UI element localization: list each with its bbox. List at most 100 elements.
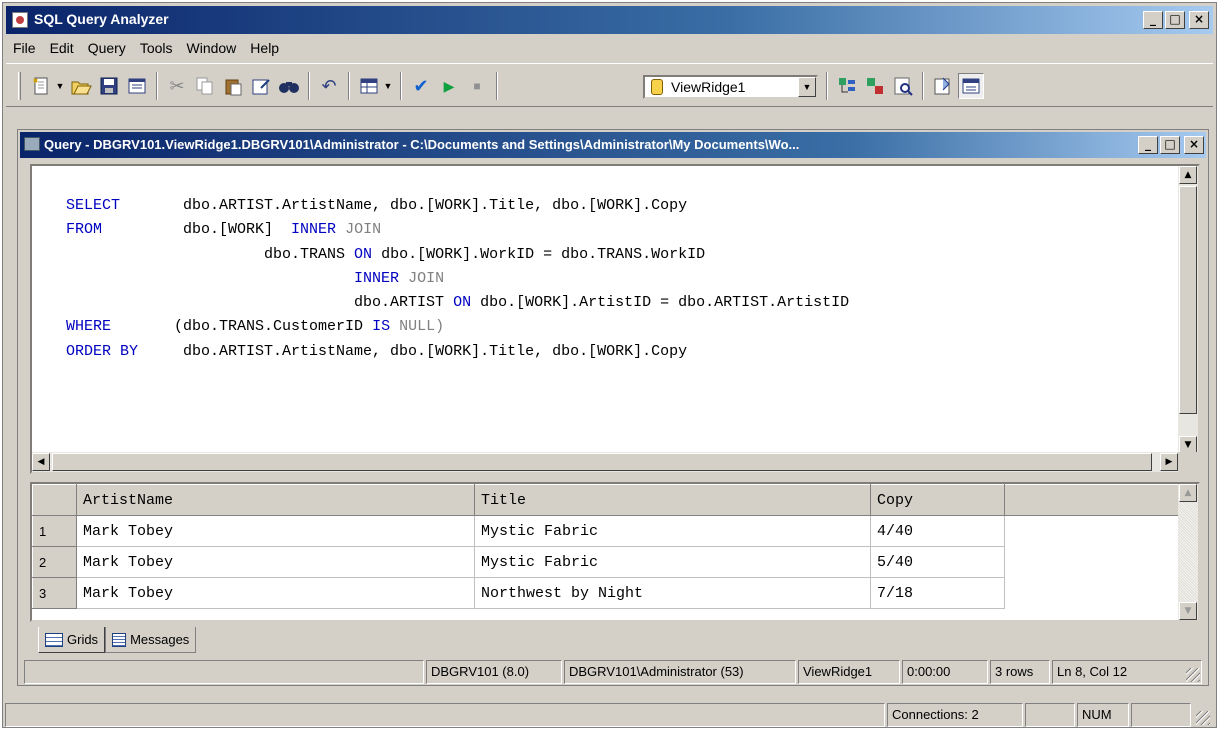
sql-keyword: INNER [354,269,400,287]
query-status-bar: DBGRV101 (8.0) DBGRV101\Administrator (5… [24,660,1204,684]
row-number-header[interactable] [32,484,77,516]
open-icon[interactable] [68,73,94,99]
row-number[interactable]: 3 [32,577,77,609]
scroll-up-icon[interactable]: ▲ [1179,166,1197,184]
row-number[interactable]: 2 [32,546,77,578]
column-header-artistname[interactable]: ArtistName [76,484,475,516]
sql-line[interactable]: ORDER BY dbo.ARTIST.ArtistName, dbo.[WOR… [66,340,849,364]
cell-title[interactable]: Mystic Fabric [474,515,871,547]
query-window-title: Query - DBGRV101.ViewRidge1.DBGRV101\Adm… [44,137,800,152]
results-mode-icon[interactable] [356,73,382,99]
menu-help[interactable]: Help [243,40,286,56]
editor-vscroll-thumb[interactable] [1179,186,1197,414]
column-header-copy[interactable]: Copy [870,484,1005,516]
cell-copy[interactable]: 5/40 [870,546,1005,578]
query-window-title-bar[interactable]: Query - DBGRV101.ViewRidge1.DBGRV101\Adm… [20,132,1206,158]
find-icon[interactable] [276,73,302,99]
table-row[interactable]: 2 Mark Tobey Mystic Fabric 5/40 [32,546,1181,578]
grid-scroll-down-icon[interactable]: ▼ [1179,602,1197,620]
results-dropdown-icon[interactable]: ▼ [382,73,394,99]
minimize-button[interactable]: _ [1143,11,1163,29]
new-dropdown-icon[interactable]: ▼ [54,73,66,99]
cell-title[interactable]: Northwest by Night [474,577,871,609]
new-query-icon[interactable] [28,73,54,99]
results-grid[interactable]: ArtistName Title Copy 1 Mark Tobey Mysti… [30,482,1200,622]
database-select[interactable]: ViewRidge1 ▼ [643,75,818,99]
status-blank-2 [1025,703,1075,727]
scroll-right-icon[interactable]: ▶ [1160,453,1178,471]
sql-line[interactable]: FROM dbo.[WORK] INNER JOIN [66,218,849,242]
save-icon[interactable] [96,73,122,99]
menu-tools[interactable]: Tools [133,40,180,56]
paste-icon[interactable] [220,73,246,99]
chevron-down-icon[interactable]: ▼ [798,77,816,97]
sql-text[interactable]: SELECT dbo.ARTIST.ArtistName, dbo.[WORK]… [66,194,849,364]
query-maximize-button[interactable]: □ [1160,136,1180,154]
cut-icon[interactable]: ✂ [164,73,190,99]
app-resize-grip-icon[interactable] [1196,711,1210,725]
clear-window-icon[interactable] [248,73,274,99]
tab-messages-label: Messages [130,632,190,647]
object-search-icon[interactable] [862,73,888,99]
undo-icon[interactable]: ↶ [316,73,342,99]
table-row[interactable]: 1 Mark Tobey Mystic Fabric 4/40 [32,515,1181,547]
editor-hscroll-thumb[interactable] [52,453,1152,471]
resize-grip-icon[interactable] [1186,668,1200,682]
sql-line[interactable]: dbo.TRANS ON dbo.[WORK].WorkID = dbo.TRA… [66,243,849,267]
execute-icon[interactable]: ▶ [436,73,462,99]
object-browser-icon[interactable] [834,73,860,99]
editor-horizontal-scrollbar[interactable]: ◀ ▶ [32,452,1178,472]
cell-copy[interactable]: 7/18 [870,577,1005,609]
sql-line[interactable]: WHERE (dbo.TRANS.CustomerID IS NULL) [66,315,849,339]
menu-query[interactable]: Query [81,40,133,56]
parse-icon[interactable]: ✔ [408,73,434,99]
messages-icon [112,632,127,647]
sql-line[interactable]: SELECT dbo.ARTIST.ArtistName, dbo.[WORK]… [66,194,849,218]
cell-copy[interactable]: 4/40 [870,515,1005,547]
database-icon [651,79,663,95]
status-blank [24,660,424,684]
grid-scroll-up-icon[interactable]: ▲ [1179,484,1197,502]
sql-line[interactable]: INNER JOIN [66,267,849,291]
menu-window[interactable]: Window [180,40,244,56]
table-row[interactable]: 3 Mark Tobey Northwest by Night 7/18 [32,577,1181,609]
database-select-value: ViewRidge1 [671,79,746,95]
row-number[interactable]: 1 [32,515,77,547]
results-pane-icon[interactable] [958,73,984,99]
status-cursor-position: Ln 8, Col 12 [1052,660,1202,684]
editor-vertical-scrollbar[interactable]: ▲ ▼ [1178,166,1198,454]
close-button[interactable]: × [1189,11,1209,29]
sql-editor[interactable]: SELECT dbo.ARTIST.ArtistName, dbo.[WORK]… [30,164,1200,474]
grid-vertical-scrollbar[interactable]: ▲ ▼ [1178,484,1198,620]
cell-title[interactable]: Mystic Fabric [474,546,871,578]
cell-artistname[interactable]: Mark Tobey [76,577,475,609]
query-minimize-button[interactable]: _ [1138,136,1158,154]
load-script-icon[interactable] [124,73,150,99]
tab-grids[interactable]: Grids [38,627,106,653]
tab-grids-label: Grids [67,632,99,647]
cell-artistname[interactable]: Mark Tobey [76,515,475,547]
status-elapsed-time: 0:00:00 [902,660,988,684]
sql-token: dbo.TRANS [66,245,355,263]
menu-bar: File Edit Query Tools Window Help [6,36,286,60]
sql-token: JOIN [336,221,382,239]
title-bar[interactable]: SQL Query Analyzer _ □ × [6,6,1213,34]
properties-icon[interactable] [930,73,956,99]
show-plan-icon[interactable] [890,73,916,99]
tab-messages[interactable]: Messages [105,627,197,653]
copy-icon[interactable] [192,73,218,99]
cell-artistname[interactable]: Mark Tobey [76,546,475,578]
app-title: SQL Query Analyzer [34,11,169,27]
menu-edit[interactable]: Edit [43,40,81,56]
menu-file[interactable]: File [6,40,43,56]
sql-line[interactable]: dbo.ARTIST ON dbo.[WORK].ArtistID = dbo.… [66,291,849,315]
empty-column-header [1004,484,1181,516]
app-status-blank [5,703,885,727]
toolbar: ▼ ✂ ↶ ▼ ✔ ▶ ■ ViewRidge1 ▼ [6,63,1213,107]
column-header-title[interactable]: Title [474,484,871,516]
stop-icon[interactable]: ■ [464,73,490,99]
query-close-button[interactable]: × [1184,136,1204,154]
scroll-left-icon[interactable]: ◀ [32,453,50,471]
maximize-button[interactable]: □ [1165,11,1185,29]
toolbar-grip[interactable] [18,72,21,100]
